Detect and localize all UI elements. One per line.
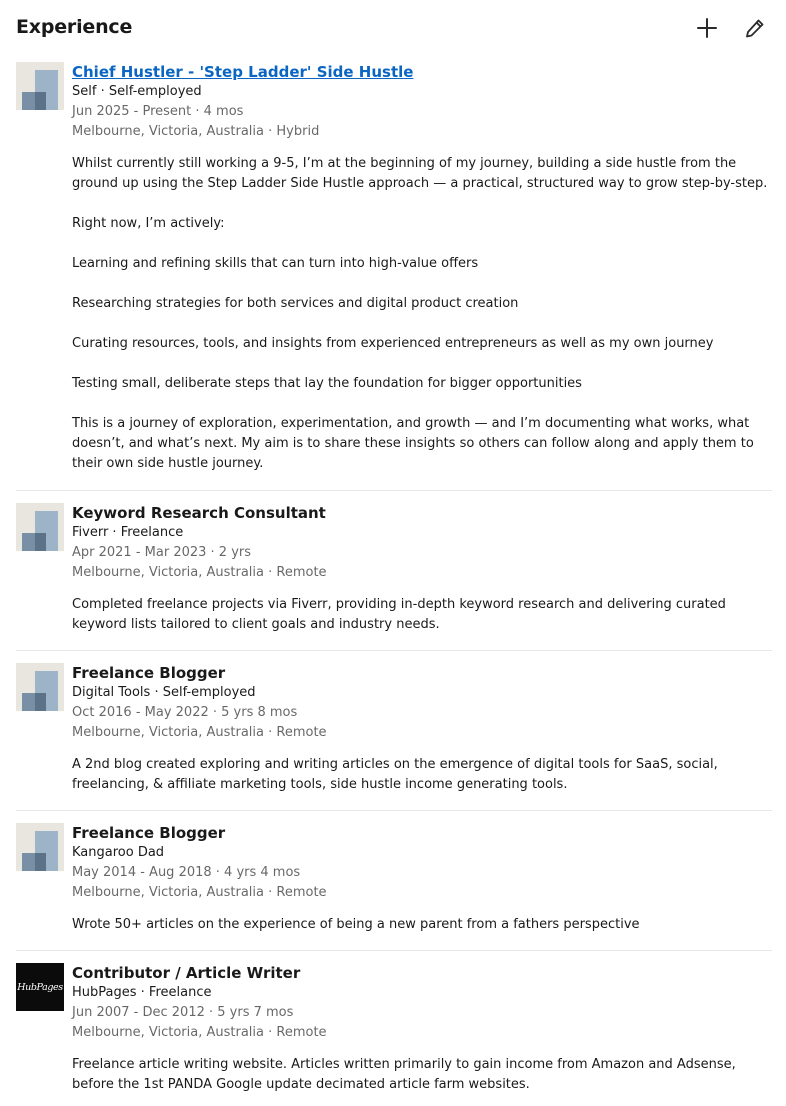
job-location: Melbourne, Victoria, Australia · Hybrid [72,124,320,139]
job-dates: Oct 2016 - May 2022 · 5 yrs 8 mos [72,705,298,720]
job-dates: Apr 2021 - Mar 2023 · 2 yrs [72,545,252,560]
job-description: Wrote 50+ articles on the experience of … [72,915,772,935]
description-paragraph: Learning and refining skills that can tu… [72,256,479,271]
job-description: Completed freelance projects via Fiverr,… [72,595,772,635]
company-logo[interactable] [16,823,64,871]
job-dates: Jun 2025 - Present · 4 mos [72,104,244,119]
add-experience-button[interactable] [690,14,724,42]
job-location: Melbourne, Victoria, Australia · Remote [72,1025,327,1040]
job-dates: May 2014 - Aug 2018 · 4 yrs 4 mos [72,865,301,880]
job-location: Melbourne, Victoria, Australia · Remote [72,565,327,580]
description-paragraph: This is a journey of exploration, experi… [72,416,754,471]
job-location: Melbourne, Victoria, Australia · Remote [72,885,327,900]
job-description: Freelance article writing website. Artic… [72,1055,772,1095]
description-paragraph: A 2nd blog created exploring and writing… [72,757,718,792]
description-paragraph: Curating resources, tools, and insights … [72,336,714,351]
job-dates: Jun 2007 - Dec 2012 · 5 yrs 7 mos [72,1005,294,1020]
job-description: Whilst currently still working a 9-5, I’… [72,154,772,474]
job-description: A 2nd blog created exploring and writing… [72,755,772,795]
job-title: Freelance Blogger [72,824,226,842]
company-name: HubPages · Freelance [72,985,212,1000]
description-paragraph: Researching strategies for both services… [72,296,519,311]
company-logo[interactable] [16,503,64,551]
section-title: Experience [16,16,133,38]
job-title-link[interactable]: Chief Hustler - 'Step Ladder' Side Hustl… [72,62,772,82]
experience-list: Chief Hustler - 'Step Ladder' Side Hustl… [16,60,772,1098]
header-actions [690,14,772,44]
experience-item: Chief Hustler - 'Step Ladder' Side Hustl… [16,60,772,490]
hubpages-logo-text: HubPages [17,981,63,993]
company-name: Fiverr · Freelance [72,525,184,540]
job-title: Keyword Research Consultant [72,504,326,522]
description-paragraph: Completed freelance projects via Fiverr,… [72,597,726,632]
description-paragraph: Whilst currently still working a 9-5, I’… [72,156,768,191]
description-paragraph: Freelance article writing website. Artic… [72,1057,736,1092]
experience-header: Experience [16,14,772,44]
company-logo[interactable] [16,663,64,711]
experience-item: HubPages Contributor / Article Writer Hu… [16,950,772,1098]
description-paragraph: Right now, I’m actively: [72,216,225,231]
job-title: Contributor / Article Writer [72,964,301,982]
experience-item: Keyword Research Consultant Fiverr · Fre… [16,490,772,650]
company-name: Kangaroo Dad [72,845,165,860]
experience-item: Freelance Blogger Kangaroo Dad May 2014 … [16,810,772,950]
description-paragraph: Wrote 50+ articles on the experience of … [72,917,640,932]
company-name: Self · Self-employed [72,84,202,99]
description-paragraph: Testing small, deliberate steps that lay… [72,376,582,391]
company-name: Digital Tools · Self-employed [72,685,256,700]
job-location: Melbourne, Victoria, Australia · Remote [72,725,327,740]
pencil-icon [746,19,764,38]
edit-experience-button[interactable] [738,14,772,42]
job-title: Freelance Blogger [72,664,226,682]
company-logo[interactable] [16,62,64,110]
plus-icon [697,18,717,38]
hubpages-logo[interactable]: HubPages [16,963,64,1011]
experience-item: Freelance Blogger Digital Tools · Self-e… [16,650,772,810]
